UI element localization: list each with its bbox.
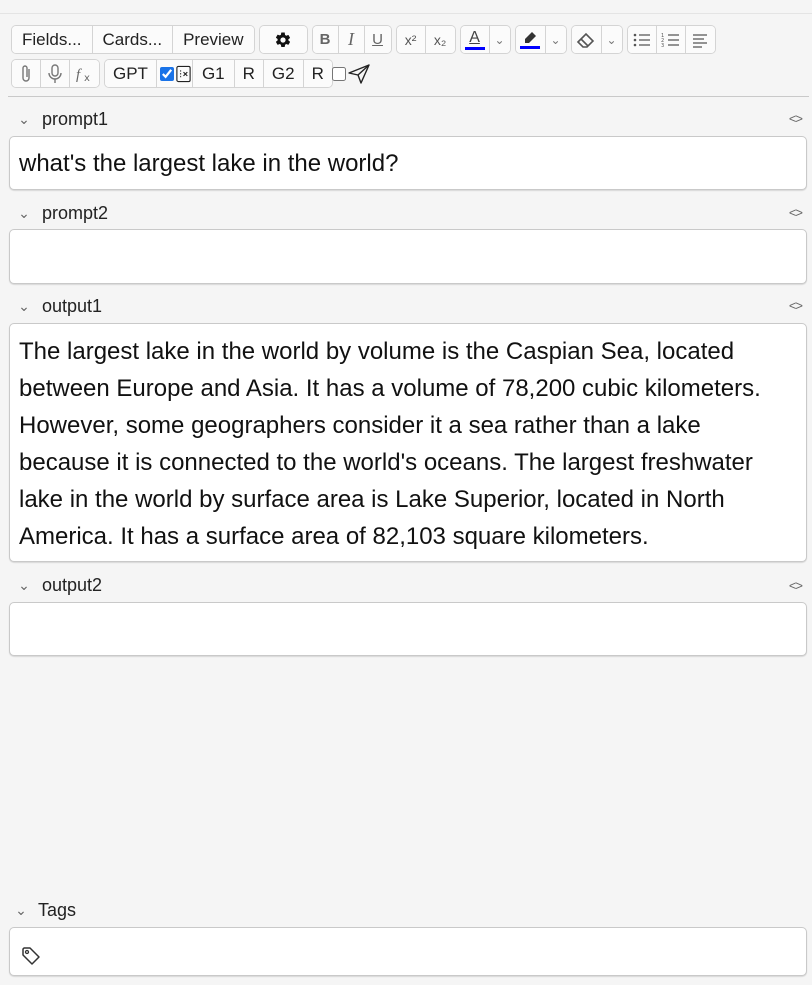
field-header-prompt2[interactable]: ⌄ prompt2 <box>14 202 108 224</box>
clear-field-button[interactable] <box>174 60 193 87</box>
html-editor-toggle-icon[interactable]: <> <box>789 298 803 313</box>
field-name-label: prompt2 <box>42 202 109 223</box>
italic-button[interactable]: I <box>338 26 365 53</box>
chevron-down-icon: ⌄ <box>18 204 30 221</box>
highlight-color-dropdown-button[interactable]: ⌄ <box>545 26 566 53</box>
function-icon: f x <box>76 67 90 83</box>
bold-button[interactable]: B <box>312 26 339 53</box>
unordered-list-button[interactable] <box>627 26 657 53</box>
eraser-group: ⌄ <box>570 25 623 54</box>
editor-toolbar-row-1: Fields... Cards... Preview B I U x² x₂ A… <box>11 25 720 54</box>
superscript-button[interactable]: x² <box>396 26 426 53</box>
gpt-button[interactable]: GPT <box>105 60 157 87</box>
chevron-down-icon: ⌄ <box>494 32 505 47</box>
g2-button[interactable]: G2 <box>263 60 304 87</box>
chevron-down-icon: ⌄ <box>18 110 30 127</box>
field-editor-output1[interactable]: The largest lake in the world by volume … <box>9 323 807 562</box>
field-name-label: output2 <box>42 574 103 595</box>
highlight-color-swatch <box>520 45 541 49</box>
field-header-output1[interactable]: ⌄ output1 <box>14 295 102 317</box>
field-editor-output2[interactable] <box>9 602 807 656</box>
remove-format-button[interactable] <box>571 26 602 53</box>
html-editor-toggle-icon[interactable]: <> <box>789 578 803 593</box>
tags-label: Tags <box>38 899 77 920</box>
numbered-list-icon: 1 2 3 <box>661 33 679 48</box>
inline-format-group: B I U <box>311 25 392 54</box>
media-group: f x <box>11 59 100 88</box>
ordered-list-button[interactable]: 1 2 3 <box>656 26 686 53</box>
tag-icon <box>21 940 41 977</box>
field-editor-prompt1[interactable]: what's the largest lake in the world? <box>9 136 807 190</box>
html-editor-toggle-icon[interactable]: <> <box>789 205 803 220</box>
chevron-down-icon: ⌄ <box>550 32 561 47</box>
mathjax-button[interactable]: f x <box>70 60 99 87</box>
remove-format-dropdown-button[interactable]: ⌄ <box>601 26 622 53</box>
send-button[interactable] <box>348 63 370 84</box>
r1-button[interactable]: R <box>234 60 264 87</box>
editor-toolbar-row-2: f x GPT G1 R G2 R <box>11 59 370 88</box>
record-audio-button[interactable] <box>41 60 70 87</box>
field-name-label: prompt1 <box>42 108 109 129</box>
top-border <box>0 13 812 14</box>
field-name-label: output1 <box>42 295 103 316</box>
list-group: 1 2 3 <box>626 25 716 54</box>
highlight-color-button[interactable] <box>515 26 546 53</box>
script-group: x² x₂ <box>395 25 456 54</box>
tag-editor[interactable] <box>9 927 807 976</box>
subscript-button[interactable]: x₂ <box>425 26 455 53</box>
tags-header[interactable]: ⌄ Tags <box>11 899 76 921</box>
svg-text:f: f <box>76 67 82 83</box>
field-header-prompt1[interactable]: ⌄ prompt1 <box>14 108 108 130</box>
microphone-icon <box>48 63 62 83</box>
text-color-group: A ⌄ <box>459 25 511 54</box>
svg-text:3: 3 <box>661 43 664 48</box>
field-header-output2[interactable]: ⌄ output2 <box>14 574 102 596</box>
align-button[interactable] <box>685 26 715 53</box>
paper-plane-icon <box>348 63 370 84</box>
align-left-icon <box>693 33 708 48</box>
chevron-down-icon: ⌄ <box>606 32 617 47</box>
settings-group <box>258 25 308 54</box>
text-color-button[interactable]: A <box>460 26 490 53</box>
chevron-down-icon: ⌄ <box>18 576 30 593</box>
send-area <box>331 59 370 88</box>
text-color-dropdown-button[interactable]: ⌄ <box>489 26 510 53</box>
send-option-checkbox[interactable] <box>331 66 346 81</box>
preview-button[interactable]: Preview <box>173 26 254 53</box>
svg-text:x: x <box>84 73 90 83</box>
settings-button[interactable] <box>259 26 307 53</box>
gpt-enable-checkbox[interactable] <box>159 66 174 81</box>
paperclip-icon <box>22 64 30 82</box>
highlight-color-group: ⌄ <box>514 25 567 54</box>
html-editor-toggle-icon[interactable]: <> <box>789 111 803 126</box>
bullet-list-icon <box>633 33 650 46</box>
field-editor-prompt2[interactable] <box>9 229 807 284</box>
highlighter-icon <box>525 31 537 43</box>
gear-icon <box>275 31 291 47</box>
gpt-checkbox-cell <box>156 60 175 87</box>
text-color-letter: A <box>469 28 480 46</box>
toolbar-divider <box>8 96 809 97</box>
ai-addon-group: GPT G1 R G2 R <box>104 59 333 88</box>
g1-button[interactable]: G1 <box>192 60 235 87</box>
eraser-icon <box>576 32 595 48</box>
r2-button[interactable]: R <box>303 60 332 87</box>
text-color-swatch <box>464 46 485 50</box>
clear-box-icon <box>176 65 191 82</box>
notetype-button-group: Fields... Cards... Preview <box>11 25 255 54</box>
cards-button[interactable]: Cards... <box>92 26 174 53</box>
chevron-down-icon: ⌄ <box>18 297 30 314</box>
fields-button[interactable]: Fields... <box>12 26 93 53</box>
underline-button[interactable]: U <box>364 26 391 53</box>
chevron-down-icon: ⌄ <box>15 901 27 918</box>
attach-button[interactable] <box>12 60 41 87</box>
